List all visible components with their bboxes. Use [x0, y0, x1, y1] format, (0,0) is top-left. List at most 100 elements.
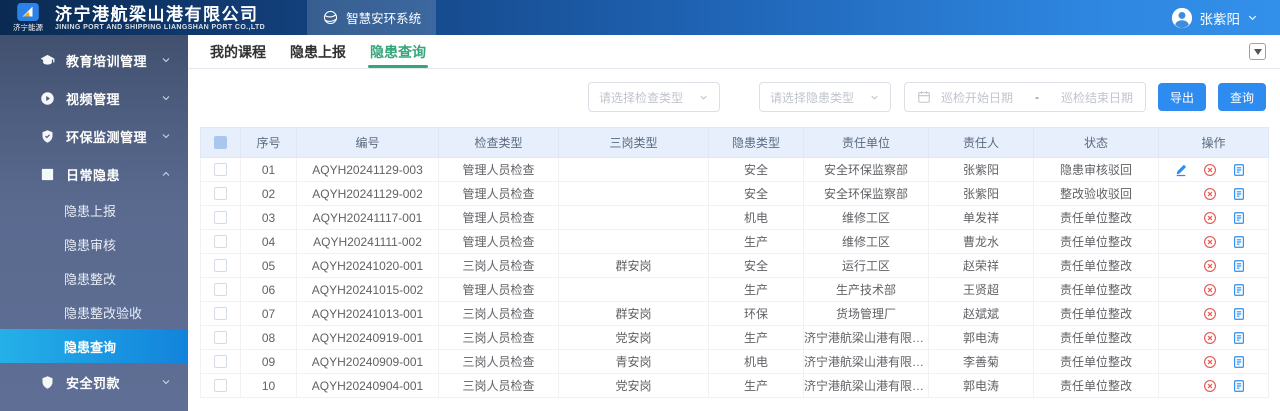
reject-icon[interactable] [1203, 307, 1217, 321]
cell-status: 责任单位整改 [1033, 277, 1159, 302]
cell-seq: 03 [240, 205, 297, 230]
date-range-input[interactable]: 巡检开始日期 - 巡检结束日期 [904, 82, 1146, 112]
chevron-down-icon [871, 95, 878, 100]
company-logo: 济宁能源 [5, 2, 51, 33]
row-checkbox[interactable] [214, 211, 227, 224]
reject-icon[interactable] [1203, 355, 1217, 369]
query-button[interactable]: 查询 [1218, 83, 1266, 111]
detail-icon[interactable] [1232, 187, 1246, 201]
edit-icon[interactable] [1174, 163, 1188, 177]
cell-status: 责任单位整改 [1033, 325, 1159, 350]
collapse-panel-button[interactable] [1249, 43, 1266, 60]
row-checkbox[interactable] [214, 163, 227, 176]
detail-icon[interactable] [1232, 379, 1246, 393]
cell-hazard-type: 生产 [708, 325, 804, 350]
cell-seq: 09 [240, 349, 297, 374]
detail-icon[interactable] [1232, 307, 1246, 321]
sidebar-item-video[interactable]: 视频管理 [0, 79, 188, 117]
tab-my-courses[interactable]: 我的课程 [208, 35, 268, 68]
cell-operations [1158, 301, 1269, 326]
reject-icon[interactable] [1203, 259, 1217, 273]
sidebar-item-education-training[interactable]: 教育培训管理 [0, 41, 188, 79]
reject-icon[interactable] [1203, 187, 1217, 201]
cell-check-type: 三岗人员检查 [438, 301, 559, 326]
reject-icon[interactable] [1203, 211, 1217, 225]
cell-seq: 05 [240, 253, 297, 278]
row-checkbox[interactable] [214, 331, 227, 344]
cell-unit: 维修工区 [803, 229, 929, 254]
cell-seq: 10 [240, 373, 297, 398]
sidebar-subitem-hazard-review[interactable]: 隐患审核 [0, 227, 188, 261]
cell-hazard-type: 生产 [708, 277, 804, 302]
sidebar-item-speed-alert[interactable]: 超速告警管理 [0, 401, 188, 411]
cell-status: 隐患审核驳回 [1033, 157, 1159, 182]
detail-icon[interactable] [1232, 283, 1246, 297]
cell-person: 张紫阳 [928, 181, 1034, 206]
shield-icon [42, 375, 53, 389]
sidebar-item-env-monitoring[interactable]: 环保监测管理 [0, 117, 188, 155]
row-checkbox[interactable] [214, 355, 227, 368]
cell-check-type: 管理人员检查 [438, 181, 559, 206]
cell-code: AQYH20241111-002 [296, 229, 439, 254]
cell-seq: 08 [240, 325, 297, 350]
row-checkbox[interactable] [214, 307, 227, 320]
cell-select [200, 157, 241, 182]
cell-hazard-type: 生产 [708, 229, 804, 254]
hazard-type-select[interactable]: 请选择隐患类型 [759, 82, 891, 112]
chevron-up-icon [162, 171, 170, 176]
reject-icon[interactable] [1203, 379, 1217, 393]
system-tab[interactable]: 智慧安环系统 [307, 0, 437, 35]
table-row: 02 AQYH20241129-002 管理人员检查 安全 安全环保监察部 张紫阳 整改验收… [200, 181, 1269, 206]
detail-icon[interactable] [1232, 355, 1246, 369]
triangle-down-icon [1253, 48, 1262, 55]
cell-person: 郭电涛 [928, 325, 1034, 350]
reject-icon[interactable] [1203, 235, 1217, 249]
cell-person: 赵斌斌 [928, 301, 1034, 326]
sidebar-item-daily-hazard[interactable]: 日常隐患 [0, 155, 188, 193]
select-all-cell [200, 127, 241, 158]
cell-status: 责任单位整改 [1033, 373, 1159, 398]
row-checkbox[interactable] [214, 235, 227, 248]
sidebar-subitem-hazard-report[interactable]: 隐患上报 [0, 193, 188, 227]
system-tab-label: 智慧安环系统 [346, 12, 422, 26]
table-row: 10 AQYH20240904-001 三岗人员检查 党安岗 生产 济宁港航梁山港有限公司… [200, 373, 1269, 398]
reject-icon[interactable] [1203, 331, 1217, 345]
cell-hazard-type: 安全 [708, 181, 804, 206]
detail-icon[interactable] [1232, 163, 1246, 177]
tab-hazard-query[interactable]: 隐患查询 [368, 35, 428, 68]
reject-icon[interactable] [1203, 283, 1217, 297]
chevron-down-icon [162, 96, 170, 101]
column-header: 隐患类型 [708, 127, 804, 158]
detail-icon[interactable] [1232, 331, 1246, 345]
column-header: 序号 [240, 127, 297, 158]
cell-unit: 安全环保监察部 [803, 181, 929, 206]
company-name: 济宁港航梁山港有限公司 [55, 4, 259, 24]
cell-select [200, 229, 241, 254]
tab-hazard-report[interactable]: 隐患上报 [288, 35, 348, 68]
cell-seq: 04 [240, 229, 297, 254]
check-type-select[interactable]: 请选择检查类型 [588, 82, 720, 112]
sidebar-item-safety-fine[interactable]: 安全罚款 [0, 363, 188, 401]
select-all-checkbox[interactable] [214, 136, 227, 149]
row-checkbox[interactable] [214, 259, 227, 272]
cell-person: 王贤超 [928, 277, 1034, 302]
row-checkbox[interactable] [214, 379, 227, 392]
reject-icon[interactable] [1203, 163, 1217, 177]
sidebar-subitem-hazard-rectify-accept[interactable]: 隐患整改验收 [0, 295, 188, 329]
sidebar-subitem-hazard-query[interactable]: 隐患查询 [0, 329, 188, 363]
sidebar-subitem-hazard-rectify[interactable]: 隐患整改 [0, 261, 188, 295]
date-end-placeholder: 巡检结束日期 [1060, 90, 1133, 105]
detail-icon[interactable] [1232, 259, 1246, 273]
cell-check-type: 管理人员检查 [438, 205, 559, 230]
cell-operations [1158, 349, 1269, 374]
cell-status: 责任单位整改 [1033, 301, 1159, 326]
sidebar: 教育培训管理 视频管理 环保监测管理 日常隐患 隐患上报 隐患审核 隐患整改 隐… [0, 35, 188, 411]
user-menu[interactable]: 张紫阳 [1171, 7, 1259, 29]
row-checkbox[interactable] [214, 187, 227, 200]
row-checkbox[interactable] [214, 283, 227, 296]
cell-unit: 济宁港航梁山港有限公司 [803, 325, 929, 350]
export-button[interactable]: 导出 [1158, 83, 1206, 111]
detail-icon[interactable] [1232, 211, 1246, 225]
column-header: 检查类型 [438, 127, 559, 158]
detail-icon[interactable] [1232, 235, 1246, 249]
